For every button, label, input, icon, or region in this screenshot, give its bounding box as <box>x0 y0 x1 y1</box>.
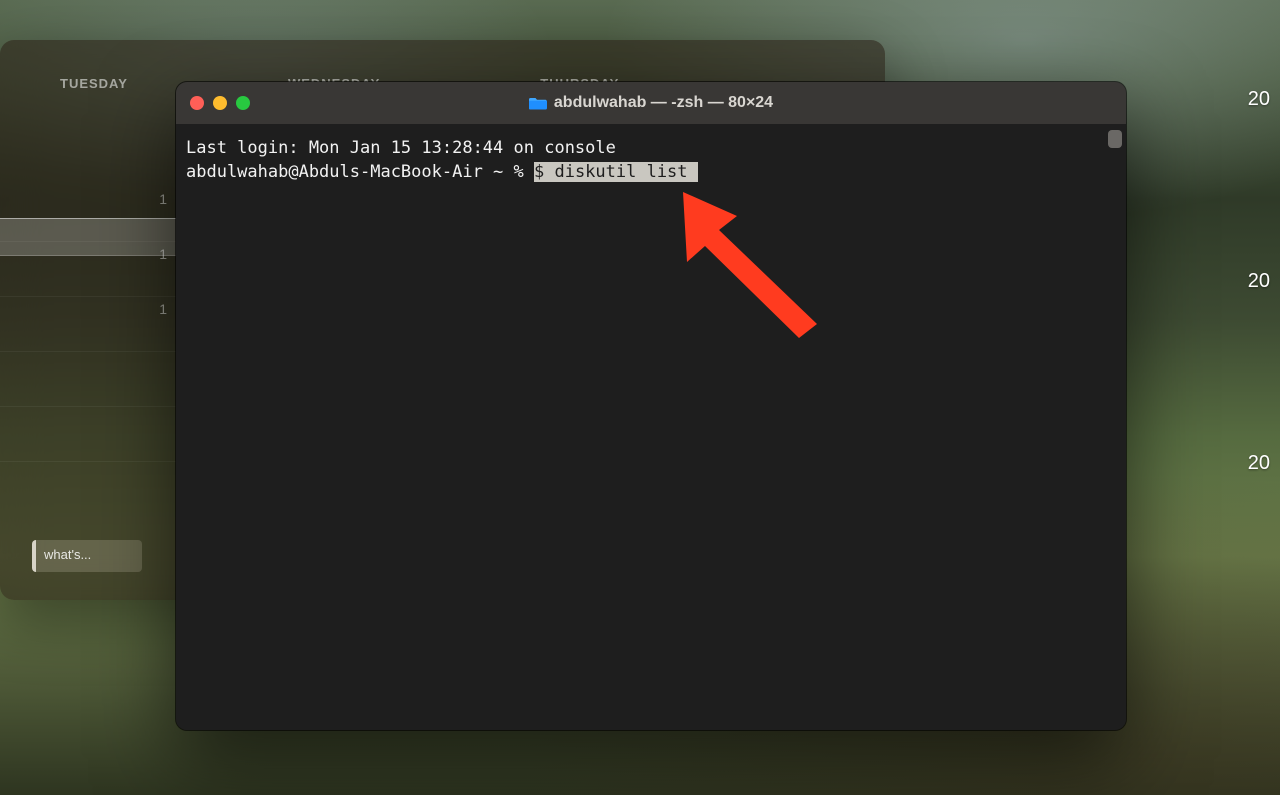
terminal-command-selected[interactable]: $ diskutil list <box>534 162 688 182</box>
calendar-hour-label: 1 <box>159 246 167 262</box>
terminal-content[interactable]: Last login: Mon Jan 15 13:28:44 on conso… <box>176 124 1126 730</box>
terminal-prompt-line: abdulwahab@Abduls-MacBook-Air ~ % $ disk… <box>186 160 1118 184</box>
traffic-lights <box>176 96 250 110</box>
scrollbar-thumb[interactable] <box>1108 130 1122 148</box>
close-button[interactable] <box>190 96 204 110</box>
folder-icon <box>529 96 547 110</box>
terminal-prompt: abdulwahab@Abduls-MacBook-Air ~ % <box>186 162 534 182</box>
window-titlebar[interactable]: abdulwahab — -zsh — 80×24 <box>176 82 1126 124</box>
terminal-cursor <box>688 162 698 182</box>
calendar-hour-label: 1 <box>159 301 167 317</box>
minimize-button[interactable] <box>213 96 227 110</box>
zoom-button[interactable] <box>236 96 250 110</box>
desktop-date-badge: 20 <box>1248 270 1270 293</box>
terminal-window[interactable]: abdulwahab — -zsh — 80×24 Last login: Mo… <box>176 82 1126 730</box>
desktop-date-badge: 20 <box>1248 452 1270 475</box>
calendar-hour-label: 1 <box>159 191 167 207</box>
calendar-day-label: TUESDAY <box>60 76 128 91</box>
window-title-text: abdulwahab — -zsh — 80×24 <box>554 94 773 112</box>
desktop-date-badge: 20 <box>1248 88 1270 111</box>
terminal-output-line: Last login: Mon Jan 15 13:28:44 on conso… <box>186 136 1118 160</box>
window-title: abdulwahab — -zsh — 80×24 <box>176 94 1126 112</box>
calendar-event[interactable]: what's... <box>32 540 142 572</box>
